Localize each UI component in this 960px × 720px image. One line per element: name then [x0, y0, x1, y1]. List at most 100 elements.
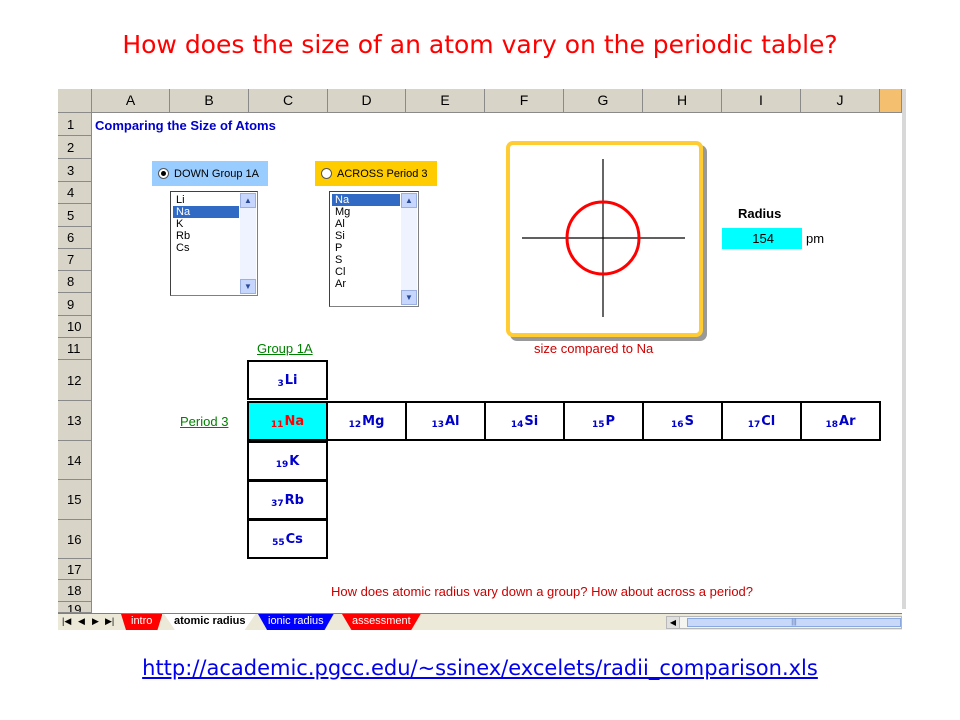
- column-header-h[interactable]: H: [643, 89, 722, 113]
- element-symbol: K: [289, 453, 300, 469]
- list-item[interactable]: S: [332, 254, 400, 266]
- element-symbol: Li: [284, 372, 298, 388]
- period-label: Period 3: [180, 414, 229, 429]
- prev-sheet-icon[interactable]: ◀: [78, 616, 85, 627]
- row-header-19[interactable]: 19: [58, 602, 92, 613]
- radio-unselected-icon: [321, 168, 332, 179]
- row-header-13[interactable]: 13: [58, 401, 92, 441]
- row-header-18[interactable]: 18: [58, 580, 92, 602]
- row-header-17[interactable]: 17: [58, 559, 92, 580]
- row-header-1[interactable]: 1: [58, 113, 92, 136]
- element-cell-cl: 17 Cl: [721, 401, 802, 441]
- first-sheet-icon[interactable]: |◀: [62, 616, 71, 627]
- atomic-number: 16: [671, 420, 684, 430]
- row-header-15[interactable]: 15: [58, 480, 92, 520]
- column-header-e[interactable]: E: [406, 89, 485, 113]
- element-symbol: Si: [524, 413, 539, 429]
- row-header-7[interactable]: 7: [58, 249, 92, 271]
- element-symbol: Mg: [362, 413, 385, 429]
- period-listbox[interactable]: Na Mg Al Si P S Cl Ar ▲ ▼: [329, 191, 419, 307]
- element-symbol: Na: [284, 413, 305, 429]
- atomic-number: 19: [275, 460, 289, 470]
- list-item[interactable]: Al: [332, 218, 400, 230]
- list-item[interactable]: Ar: [332, 278, 400, 290]
- element-symbol: Al: [445, 413, 460, 429]
- column-header-d[interactable]: D: [328, 89, 406, 113]
- list-item[interactable]: Cl: [332, 266, 400, 278]
- down-group-radio-label: DOWN Group 1A: [174, 167, 259, 180]
- period-list-scrollbar[interactable]: ▲ ▼: [401, 193, 417, 305]
- atom-size-svg: [522, 159, 685, 317]
- list-item[interactable]: Cs: [173, 242, 239, 254]
- row-header-14[interactable]: 14: [58, 441, 92, 480]
- element-symbol: Ar: [839, 413, 856, 429]
- atomic-number: 3: [277, 379, 284, 389]
- scroll-left-icon[interactable]: ◀: [667, 617, 680, 628]
- row-header-2[interactable]: 2: [58, 136, 92, 159]
- column-header-j[interactable]: J: [801, 89, 880, 113]
- element-symbol: Cs: [285, 531, 303, 547]
- source-url-link[interactable]: http://academic.pgcc.edu/~ssinex/excelet…: [0, 656, 960, 680]
- list-item[interactable]: Si: [332, 230, 400, 242]
- element-cell-na: 11 Na: [247, 401, 328, 441]
- row-header-12[interactable]: 12: [58, 360, 92, 401]
- scroll-up-icon[interactable]: ▲: [240, 193, 256, 208]
- horizontal-scrollbar[interactable]: ◀ |||: [666, 616, 902, 629]
- atomic-number: 14: [510, 420, 524, 430]
- row-header-9[interactable]: 9: [58, 293, 92, 316]
- row-header-6[interactable]: 6: [58, 227, 92, 249]
- element-cell-p: 15 P: [563, 401, 644, 441]
- down-group-radio[interactable]: DOWN Group 1A: [152, 161, 268, 186]
- column-header-g[interactable]: G: [564, 89, 643, 113]
- column-header-c[interactable]: C: [249, 89, 328, 113]
- across-period-radio[interactable]: ACROSS Period 3: [315, 161, 437, 186]
- group-listbox[interactable]: Li Na K Rb Cs ▲ ▼: [170, 191, 258, 296]
- atomic-number: 55: [272, 538, 285, 548]
- row-header-5[interactable]: 5: [58, 204, 92, 227]
- row-header-4[interactable]: 4: [58, 182, 92, 204]
- element-cell-rb: 37 Rb: [247, 480, 328, 520]
- column-header-b[interactable]: B: [170, 89, 249, 113]
- atomic-number: 15: [591, 420, 605, 430]
- atomic-number: 11: [270, 420, 284, 430]
- list-item[interactable]: Li: [173, 194, 239, 206]
- select-all-corner[interactable]: [58, 89, 92, 113]
- element-symbol: P: [605, 413, 616, 429]
- list-item[interactable]: K: [173, 218, 239, 230]
- scroll-down-icon[interactable]: ▼: [401, 290, 417, 305]
- scroll-up-icon[interactable]: ▲: [401, 193, 417, 208]
- element-cell-mg: 12 Mg: [326, 401, 407, 441]
- scroll-down-icon[interactable]: ▼: [240, 279, 256, 294]
- row-header-8[interactable]: 8: [58, 271, 92, 293]
- atomic-number: 13: [431, 420, 444, 430]
- column-header-i[interactable]: I: [722, 89, 801, 113]
- tab-assessment[interactable]: assessment: [342, 614, 421, 630]
- list-item[interactable]: P: [332, 242, 400, 254]
- list-item-selected[interactable]: Na: [332, 194, 400, 206]
- column-header-f[interactable]: F: [485, 89, 564, 113]
- atomic-number: 17: [747, 420, 761, 430]
- across-period-radio-label: ACROSS Period 3: [337, 167, 428, 180]
- group-list-scrollbar[interactable]: ▲ ▼: [240, 193, 256, 294]
- radius-value-cell[interactable]: 154: [722, 228, 802, 249]
- column-header-k[interactable]: [880, 89, 902, 113]
- column-header-a[interactable]: A: [92, 89, 170, 113]
- list-item[interactable]: Mg: [332, 206, 400, 218]
- list-item[interactable]: Rb: [173, 230, 239, 242]
- row-header-3[interactable]: 3: [58, 159, 92, 182]
- tab-ionic-radius[interactable]: ionic radius: [258, 614, 334, 630]
- atom-size-plot: [506, 141, 703, 337]
- row-header-16[interactable]: 16: [58, 520, 92, 559]
- list-item-selected[interactable]: Na: [173, 206, 239, 218]
- row-header-10[interactable]: 10: [58, 316, 92, 338]
- tab-intro[interactable]: intro: [121, 614, 163, 630]
- scroll-thumb[interactable]: |||: [687, 618, 901, 627]
- next-sheet-icon[interactable]: ▶: [92, 616, 99, 627]
- atomic-number: 37: [271, 499, 284, 509]
- last-sheet-icon[interactable]: ▶|: [105, 616, 114, 627]
- row-header-11[interactable]: 11: [58, 338, 92, 360]
- spreadsheet: A B C D E F G H I J 1 2 3 4 5 6 7 8 9 10…: [58, 89, 902, 630]
- group-label: Group 1A: [257, 341, 313, 356]
- tab-atomic-radius[interactable]: atomic radius: [164, 614, 256, 630]
- element-cell-li: 3 Li: [247, 360, 328, 400]
